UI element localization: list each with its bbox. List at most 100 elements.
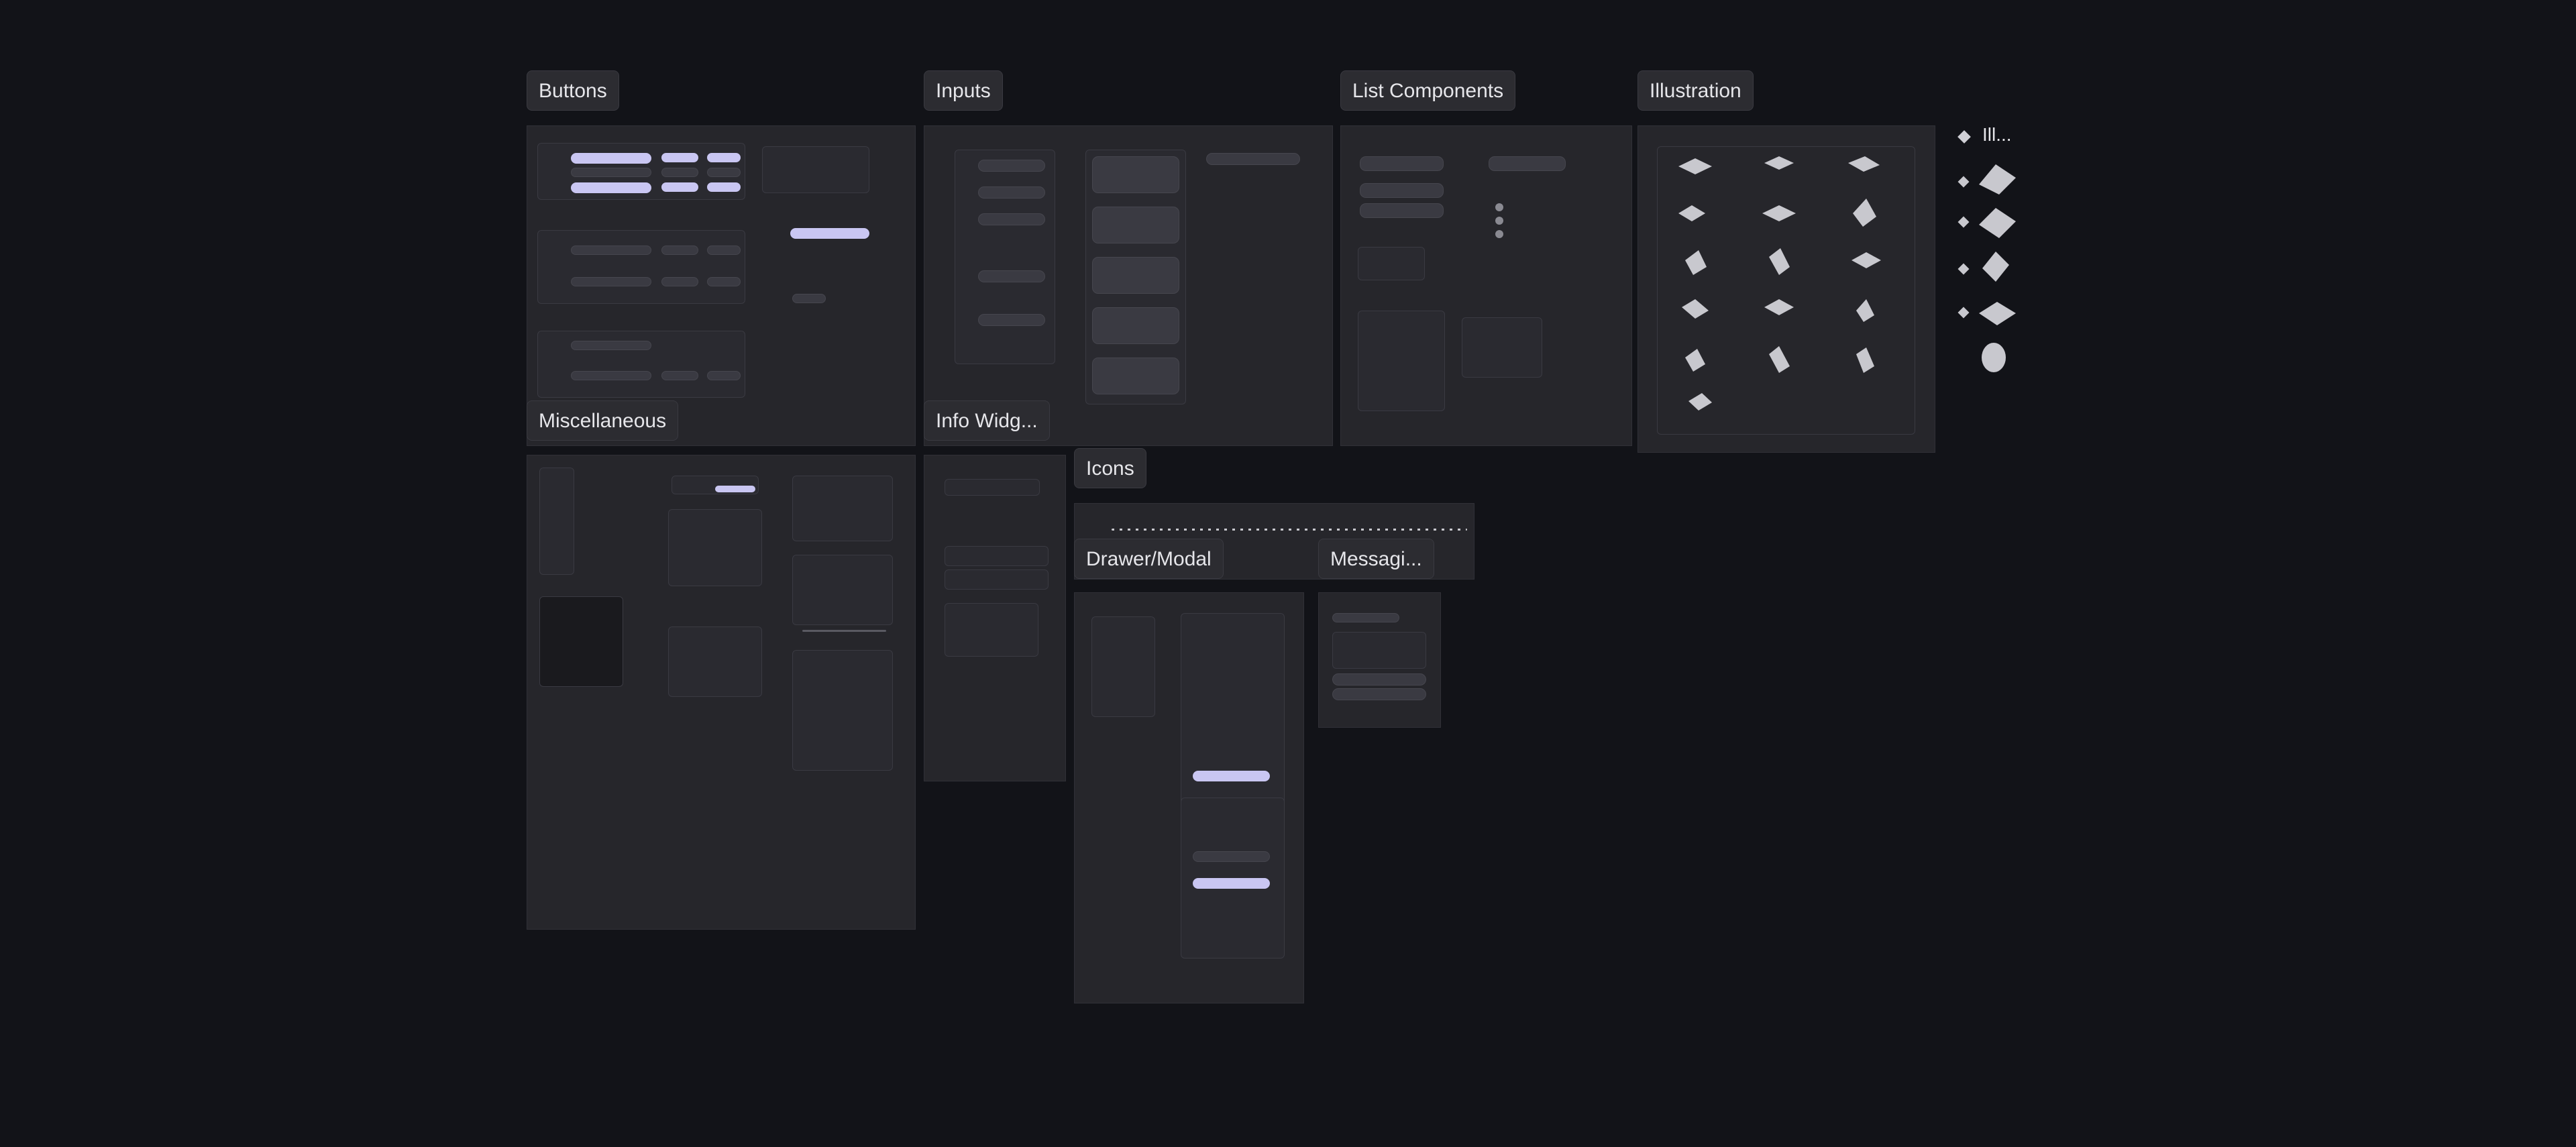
message-toggle-sample[interactable]: [1332, 688, 1426, 700]
outline-button-sample[interactable]: [707, 245, 741, 255]
outline-button-sample[interactable]: [661, 277, 698, 286]
dark-grid-panel: [539, 596, 623, 687]
iso-illustration: [1848, 156, 1880, 172]
textarea-sample[interactable]: [1092, 156, 1179, 193]
iso-illustration: [1856, 299, 1874, 322]
frame-label-drawer-modal[interactable]: Drawer/Modal: [1074, 539, 1224, 579]
frame-label-info-widgets[interactable]: Info Widg...: [924, 400, 1050, 441]
checkbox-panel: [1358, 247, 1425, 280]
text-input-sample[interactable]: [978, 213, 1045, 225]
buttons-frame[interactable]: [527, 125, 916, 446]
textarea-sample[interactable]: [1092, 358, 1179, 394]
text-input-sample[interactable]: [978, 270, 1045, 282]
outline-button-sample[interactable]: [571, 245, 651, 255]
select-sample[interactable]: [1360, 183, 1444, 198]
playlist-card-panel: [668, 626, 762, 697]
outline-button-sample[interactable]: [707, 277, 741, 286]
frame-label-illustration[interactable]: Illustration: [1638, 70, 1754, 111]
iso-illustration: [1678, 205, 1705, 221]
secondary-button-sample[interactable]: [571, 168, 651, 177]
outline-button-sample[interactable]: [661, 245, 698, 255]
select-sample[interactable]: [1360, 156, 1444, 171]
info-card-panel: [945, 569, 1049, 590]
frame-label-inputs[interactable]: Inputs: [924, 70, 1003, 111]
primary-button-sample[interactable]: [707, 182, 741, 192]
side-illustrations: [1957, 164, 2016, 372]
form-inputs-panel: [955, 150, 1055, 364]
miscellaneous-frame[interactable]: [527, 455, 916, 930]
ghost-button-sample[interactable]: [707, 371, 741, 380]
iso-illustration: [1856, 347, 1874, 373]
dropdown-sample[interactable]: [1489, 156, 1566, 171]
frame-label-icons[interactable]: Icons: [1074, 448, 1146, 488]
frame-label-list-components[interactable]: List Components: [1340, 70, 1516, 111]
slider-sample[interactable]: [802, 630, 886, 632]
textarea-sample[interactable]: [1092, 257, 1179, 294]
preview-panel: [792, 476, 893, 541]
primary-button-sample[interactable]: [571, 182, 651, 193]
radio-dot[interactable]: [1495, 203, 1503, 211]
iso-illustration: [1769, 248, 1790, 275]
secondary-button-sample[interactable]: [661, 168, 698, 177]
text-input-sample[interactable]: [978, 186, 1045, 199]
keypad-panel: [1091, 616, 1155, 717]
radio-dot[interactable]: [1495, 230, 1503, 238]
settings-panel: [792, 650, 893, 771]
info-card-panel: [945, 546, 1049, 566]
frame-label-buttons[interactable]: Buttons: [527, 70, 619, 111]
drawer-secondary-button[interactable]: [1193, 851, 1270, 862]
radio-dot[interactable]: [1495, 217, 1503, 225]
iso-illustration: [1685, 349, 1705, 372]
frame-label-messaging[interactable]: Messagi...: [1318, 539, 1434, 579]
dropdown-button-sample[interactable]: [792, 294, 826, 303]
textarea-sample[interactable]: [1092, 207, 1179, 243]
primary-button-sample[interactable]: [661, 153, 698, 162]
diamond-icon: [1957, 307, 1970, 319]
iso-illustration: [1851, 252, 1881, 268]
diamond-icon: [1957, 263, 1970, 275]
textarea-sample[interactable]: [1092, 307, 1179, 344]
primary-button-sample[interactable]: [571, 153, 651, 164]
iso-illustration: [1764, 156, 1794, 170]
info-text-panel: [945, 603, 1038, 657]
modal-primary-button[interactable]: [1193, 771, 1270, 781]
iso-illustration: [1982, 252, 2009, 282]
frame-label-miscellaneous[interactable]: Miscellaneous: [527, 400, 679, 441]
stepper-input-sample[interactable]: [1206, 153, 1300, 165]
list-components-frame[interactable]: [1340, 125, 1632, 446]
info-widgets-frame[interactable]: [924, 455, 1066, 781]
calendar-panel: [792, 555, 893, 625]
diamond-icon: [1957, 216, 1970, 228]
ghost-button-sample[interactable]: [571, 371, 651, 380]
messaging-frame[interactable]: [1318, 592, 1441, 728]
secondary-button-sample[interactable]: [707, 168, 741, 177]
drawer-modal-frame[interactable]: [1074, 592, 1304, 1003]
iso-illustration: [1769, 346, 1790, 373]
text-input-sample[interactable]: [978, 314, 1045, 326]
message-tag-sample[interactable]: [1332, 613, 1399, 622]
outline-button-sample[interactable]: [571, 277, 651, 286]
sidebar-menu-panel: [539, 468, 574, 575]
text-input-sample[interactable]: [978, 160, 1045, 172]
iso-illustration: [1682, 299, 1709, 319]
illustration-frame[interactable]: [1638, 125, 1935, 453]
iso-illustration: [1979, 164, 2016, 195]
ghost-button-sample[interactable]: [661, 371, 698, 380]
primary-button-sample[interactable]: [661, 182, 698, 192]
accent-button-sample[interactable]: [790, 228, 869, 239]
icons-row: [1112, 529, 1467, 531]
tab-selected-sample[interactable]: [715, 486, 755, 492]
primary-button-sample[interactable]: [707, 153, 741, 162]
small-buttons-panel: [762, 146, 869, 193]
diamond-icon: [1957, 176, 1970, 188]
iso-illustration: [1853, 199, 1876, 227]
info-card-panel: [945, 479, 1040, 496]
iso-illustration: [1688, 393, 1712, 411]
message-input-sample[interactable]: [1332, 673, 1426, 686]
inputs-frame[interactable]: [924, 125, 1333, 446]
select-sample[interactable]: [1360, 203, 1444, 218]
ghost-button-sample[interactable]: [571, 341, 651, 350]
message-bubble-panel: [1332, 632, 1426, 669]
drawer-primary-button[interactable]: [1193, 878, 1270, 889]
iso-illustration: [1764, 299, 1794, 315]
